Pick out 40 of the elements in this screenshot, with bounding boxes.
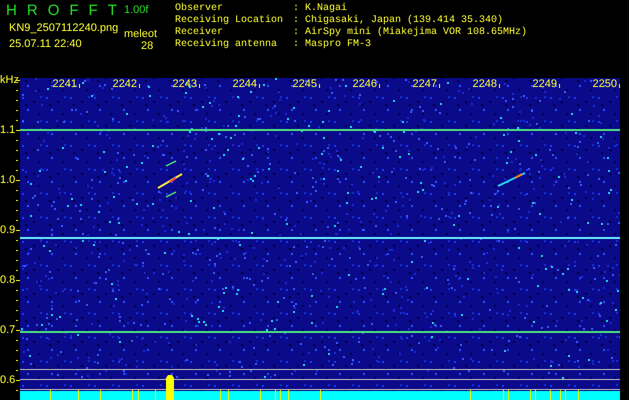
info-label: Receiving Location (175, 15, 284, 26)
title-letter: T (108, 1, 117, 21)
info-value: Maspro FM-3 (305, 39, 372, 51)
title-letter: O (48, 1, 60, 21)
x-axis-label: 2246 (352, 78, 377, 90)
y-axis-label: 0.9 (0, 224, 16, 236)
x-axis-label: 2245 (292, 78, 317, 90)
x-axis-label: 2247 (412, 78, 437, 90)
title-letter: H (6, 1, 17, 21)
x-axis-label: 2249 (532, 78, 557, 90)
info-value: AirSpy mini (Miakejima VOR 108.65MHz) (305, 27, 528, 39)
info-value: Chigasaki, Japan (139.414 35.340) (305, 15, 504, 26)
meteor-count: 28 (141, 39, 154, 53)
x-axis-label: 2241 (52, 78, 77, 90)
y-axis-label: 0.7 (0, 324, 16, 336)
x-axis-label: 2243 (172, 78, 197, 90)
info-separator: : (293, 39, 300, 51)
title-letter: F (88, 1, 98, 21)
filename-label: KN9_2507112240.png (9, 21, 118, 35)
title-letter: R (26, 1, 38, 21)
y-axis-label: 1.1 (0, 124, 16, 136)
info-separator: : (293, 15, 300, 27)
x-axis-label: 2244 (232, 78, 257, 90)
unit-label: kHz (0, 74, 19, 86)
x-axis-label: 2242 (112, 78, 137, 90)
y-axis-label: 0.6 (0, 374, 16, 386)
info-separator: : (293, 27, 300, 39)
info-value: K.Nagai (305, 3, 348, 14)
y-axis-label: 0.8 (0, 274, 16, 286)
version-label: 1.00f (124, 3, 148, 17)
info-label: Receiver (175, 27, 224, 38)
title-letter: F (69, 1, 79, 21)
info-separator: : (293, 3, 300, 15)
info-label: Observer (175, 3, 224, 14)
timestamp-label: 25.07.11 22:40 (9, 37, 82, 51)
info-label: Receiving antenna (175, 39, 278, 51)
x-axis-label: 2250 (592, 78, 617, 90)
x-axis-label: 2248 (472, 78, 497, 90)
y-axis-label: 1.0 (0, 174, 16, 186)
meteor-label: meleot (124, 27, 158, 41)
